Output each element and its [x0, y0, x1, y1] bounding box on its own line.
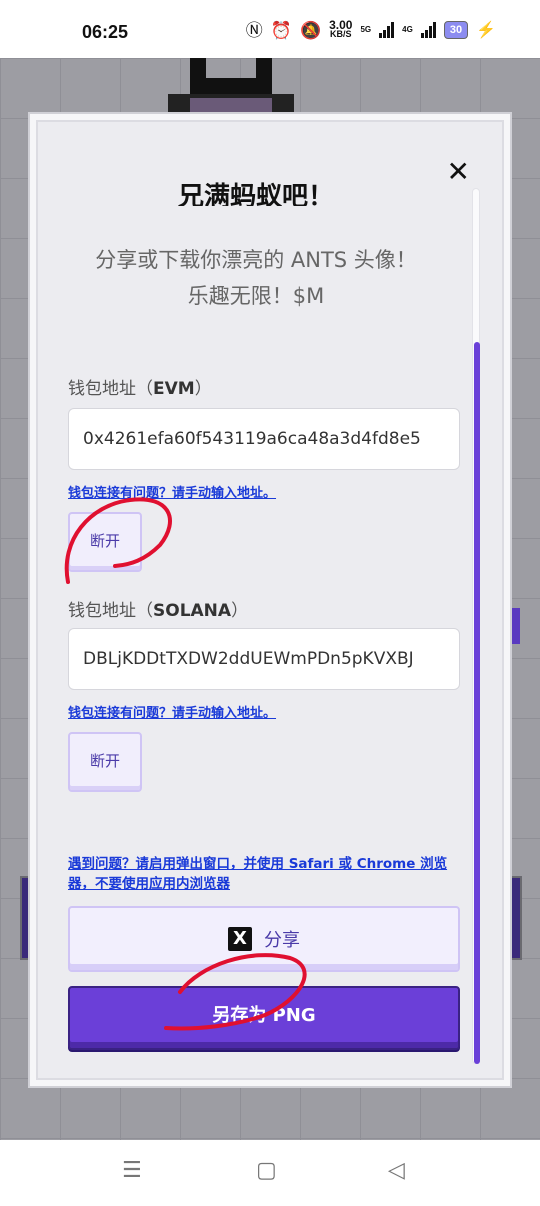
backdrop-panel-right: [508, 876, 522, 960]
status-time: 06:25: [82, 22, 129, 42]
status-icons: Ⓝ ⏰ 🔕 3.00 KB/S 5G 4G 30 ⚡: [245, 18, 496, 40]
evm-manual-input-link[interactable]: 钱包连接有问题？请手动输入地址。: [68, 482, 276, 501]
signal-icon-1: [379, 22, 395, 38]
recent-apps-icon[interactable]: ☰: [122, 1158, 142, 1183]
evm-disconnect-button[interactable]: 断开: [68, 512, 142, 572]
backdrop-scroll-indicator: [512, 608, 520, 644]
alarm-icon: ⏰: [270, 20, 292, 40]
save-png-button[interactable]: 另存为 PNG: [68, 986, 460, 1050]
solana-disconnect-button[interactable]: 断开: [68, 732, 142, 792]
x-logo-icon: X: [228, 927, 252, 951]
network-speed: 3.00 KB/S: [329, 18, 353, 39]
home-icon[interactable]: ▢: [256, 1158, 277, 1183]
mute-icon: 🔕: [299, 20, 322, 40]
battery-icon: 30: [443, 21, 469, 39]
modal-title: 兄满蚂蚁吧！: [177, 182, 334, 206]
status-bar: 06:25 Ⓝ ⏰ 🔕 3.00 KB/S 5G 4G 30 ⚡: [0, 0, 540, 58]
charging-icon: ⚡: [476, 22, 496, 39]
back-icon[interactable]: ◁: [388, 1158, 405, 1183]
avatar-share-modal: 兄满蚂蚁吧！ ✕ 分享或下载你漂亮的 ANTS 头像！ 乐趣无限！$M 钱包地址…: [30, 114, 510, 1086]
signal-icon-2: [420, 22, 436, 38]
modal-subtitle: 分享或下载你漂亮的 ANTS 头像！ 乐趣无限！$M: [95, 248, 417, 308]
share-button[interactable]: X 分享: [68, 906, 460, 972]
close-icon[interactable]: ✕: [447, 158, 470, 186]
evm-address-field[interactable]: 0x4261efa60f543119a6ca48a3d4fd8e5: [68, 408, 460, 470]
network-type-1: 5G: [360, 25, 372, 34]
nfc-icon: Ⓝ: [245, 20, 263, 40]
share-label: 分享: [264, 930, 300, 951]
evm-wallet-label: 钱包地址（EVM）: [68, 379, 212, 399]
browser-help-link[interactable]: 遇到问题？请启用弹出窗口，并使用 Safari 或 Chrome 浏览器，不要使…: [68, 854, 460, 894]
solana-address-field[interactable]: DBLjKDDtTXDW2ddUEWmPDn5pKVXBJ: [68, 628, 460, 690]
solana-wallet-label: 钱包地址（SOLANA）: [68, 601, 249, 621]
system-nav-bar: ☰ ▢ ◁: [0, 1140, 540, 1206]
scrollbar-thumb[interactable]: [474, 342, 480, 1064]
solana-manual-input-link[interactable]: 钱包连接有问题？请手动输入地址。: [68, 702, 276, 721]
pixel-art-top: [168, 58, 294, 114]
network-type-2: 4G: [402, 25, 413, 34]
